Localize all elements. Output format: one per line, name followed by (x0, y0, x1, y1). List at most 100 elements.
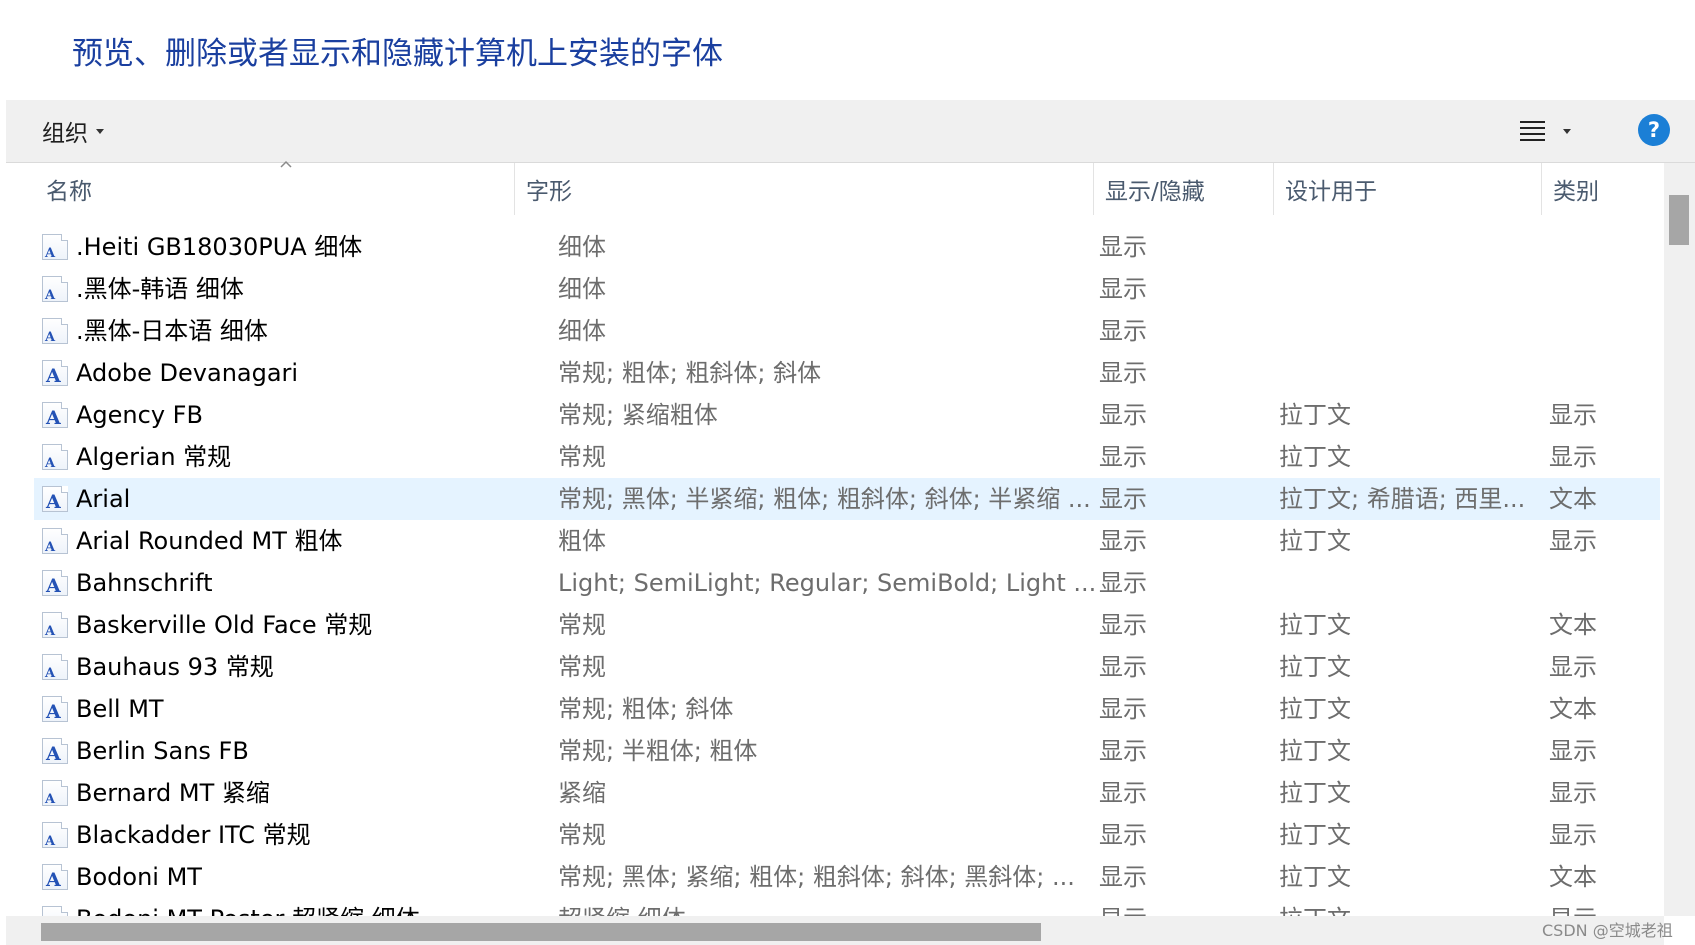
font-row[interactable]: A .黑体-韩语 细体 细体 显示 (34, 268, 1660, 310)
horizontal-scrollbar[interactable] (6, 916, 1664, 945)
font-row[interactable]: A Bernard MT 紧缩 紧缩 显示 拉丁文 显示 (34, 772, 1660, 814)
watermark: CSDN @空城老祖 (1542, 921, 1673, 940)
font-row[interactable]: A Bodoni MT 常规; 黑体; 紧缩; 粗体; 粗斜体; 斜体; 黑斜体; … (34, 856, 1660, 898)
font-row[interactable]: A Agency FB 常规; 紧缩粗体 显示 拉丁文 显示 (34, 394, 1660, 436)
font-name: Algerian 常规 (76, 443, 232, 471)
font-visibility: 显示 (1099, 275, 1147, 303)
font-name-cell: A Bell MT (42, 688, 544, 730)
font-visibility: 显示 (1099, 821, 1147, 849)
font-name: .黑体-日本语 细体 (76, 317, 268, 345)
font-category: 显示 (1549, 821, 1597, 849)
font-category (1549, 562, 1649, 604)
command-toolbar: 组织 ? (6, 100, 1695, 163)
font-name-cell: A Berlin Sans FB (42, 730, 544, 772)
font-name: .黑体-韩语 细体 (76, 275, 244, 303)
font-name: .Heiti GB18030PUA 细体 (76, 233, 363, 261)
font-category: 显示 (1549, 737, 1597, 765)
font-designed-for: 拉丁文 (1279, 611, 1351, 639)
font-name: Baskerville Old Face 常规 (76, 611, 373, 639)
font-row[interactable]: A .Heiti GB18030PUA 细体 细体 显示 (34, 226, 1660, 268)
organize-label: 组织 (42, 121, 88, 147)
font-category: 文本 (1549, 863, 1597, 891)
font-name: Arial (76, 485, 131, 513)
font-style: 常规 (558, 821, 606, 849)
column-header-show-hide-label: 显示/隐藏 (1105, 179, 1205, 205)
list-view-icon (1520, 121, 1545, 141)
horizontal-scroll-thumb[interactable] (41, 923, 1041, 941)
font-name-cell: A Baskerville Old Face 常规 (42, 604, 544, 646)
font-row[interactable]: A Bahnschrift Light; SemiLight; Regular; S… (34, 562, 1660, 604)
font-name: Bahnschrift (76, 569, 213, 597)
font-designed-for: 拉丁文 (1279, 863, 1351, 891)
font-style: 粗体 (558, 527, 606, 555)
font-file-icon: A (42, 360, 68, 386)
font-visibility: 显示 (1099, 898, 1269, 916)
font-row[interactable]: A .黑体-日本语 细体 细体 显示 (34, 310, 1660, 352)
font-visibility: 显示 (1099, 779, 1147, 807)
font-category: 显示 (1549, 653, 1597, 681)
font-file-icon: A (42, 822, 68, 848)
font-visibility: 显示 (1099, 359, 1147, 387)
font-visibility: 显示 (1099, 863, 1147, 891)
font-file-icon: A (42, 276, 68, 302)
font-category: 显示 (1549, 527, 1597, 555)
font-category: 文本 (1549, 485, 1597, 513)
font-category: 显示 (1549, 898, 1649, 916)
font-designed-for: 拉丁文 (1279, 695, 1351, 723)
font-row[interactable]: A Blackadder ITC 常规 常规 显示 拉丁文 显示 (34, 814, 1660, 856)
font-category: 文本 (1549, 611, 1597, 639)
font-row[interactable]: ABodoni MT Poster 超紧缩 细体超紧缩 细体显示拉丁文显示 (34, 898, 1660, 916)
font-style: 常规; 粗体; 斜体 (558, 695, 734, 723)
font-file-icon: A (42, 318, 68, 344)
font-name-cell: A .黑体-日本语 细体 (42, 310, 544, 352)
column-header-show-hide[interactable]: 显示/隐藏 (1093, 163, 1273, 215)
font-file-icon: A (42, 780, 68, 806)
font-row[interactable]: A Arial 常规; 黑体; 半紧缩; 粗体; 粗斜体; 斜体; 半紧缩 ... 显… (34, 478, 1660, 520)
font-row[interactable]: A Algerian 常规 常规 显示 拉丁文 显示 (34, 436, 1660, 478)
font-style: 细体 (558, 233, 606, 261)
font-row[interactable]: A Berlin Sans FB 常规; 半粗体; 粗体 显示 拉丁文 显示 (34, 730, 1660, 772)
font-name: Arial Rounded MT 粗体 (76, 527, 343, 555)
font-category: 显示 (1549, 401, 1597, 429)
font-name: Bodoni MT (76, 863, 202, 891)
font-category (1549, 310, 1649, 352)
font-visibility: 显示 (1099, 653, 1147, 681)
font-file-icon: A (42, 864, 68, 890)
font-list: A .Heiti GB18030PUA 细体 细体 显示 A .黑体-韩语 细体 细体 显示 A… (0, 226, 1660, 916)
font-row[interactable]: A Baskerville Old Face 常规 常规 显示 拉丁文 文本 (34, 604, 1660, 646)
font-style: 常规; 黑体; 半紧缩; 粗体; 粗斜体; 斜体; 半紧缩 ... (558, 485, 1091, 513)
font-row[interactable]: A Bell MT 常规; 粗体; 斜体 显示 拉丁文 文本 (34, 688, 1660, 730)
change-view-button[interactable] (1520, 116, 1580, 146)
column-header-style-label: 字形 (526, 179, 572, 205)
font-designed-for (1279, 268, 1539, 310)
vertical-scrollbar[interactable] (1664, 163, 1695, 916)
font-file-icon: A (42, 612, 68, 638)
font-category: 显示 (1549, 443, 1597, 471)
font-visibility: 显示 (1099, 443, 1147, 471)
font-designed-for: 拉丁文 (1279, 527, 1351, 555)
font-style: 细体 (558, 275, 606, 303)
column-header-style[interactable]: 字形 (514, 163, 1014, 215)
column-header-category[interactable]: 类别 (1541, 163, 1661, 215)
organize-menu-button[interactable]: 组织 (42, 115, 104, 147)
font-file-icon: A (42, 738, 68, 764)
chevron-down-icon (96, 128, 104, 134)
font-name: Blackadder ITC 常规 (76, 821, 311, 849)
font-row[interactable]: A Adobe Devanagari 常规; 粗体; 粗斜体; 斜体 显示 (34, 352, 1660, 394)
font-designed-for: 拉丁文 (1279, 779, 1351, 807)
font-category (1549, 226, 1649, 268)
font-file-icon: A (42, 234, 68, 260)
font-style: 紧缩 (558, 779, 606, 807)
help-button[interactable]: ? (1638, 114, 1670, 146)
font-row[interactable]: A Bauhaus 93 常规 常规 显示 拉丁文 显示 (34, 646, 1660, 688)
font-designed-for (1279, 352, 1539, 394)
vertical-scroll-thumb[interactable] (1669, 195, 1689, 245)
font-name: Bodoni MT Poster 超紧缩 细体 (76, 898, 420, 916)
font-name-cell: A Adobe Devanagari (42, 352, 544, 394)
column-header-name[interactable]: 名称 (34, 163, 514, 215)
font-row[interactable]: A Arial Rounded MT 粗体 粗体 显示 拉丁文 显示 (34, 520, 1660, 562)
column-header-designed-for[interactable]: 设计用于 (1273, 163, 1541, 215)
font-designed-for: 拉丁文 (1279, 737, 1351, 765)
font-name-cell: A Algerian 常规 (42, 436, 544, 478)
question-icon: ? (1647, 118, 1661, 142)
